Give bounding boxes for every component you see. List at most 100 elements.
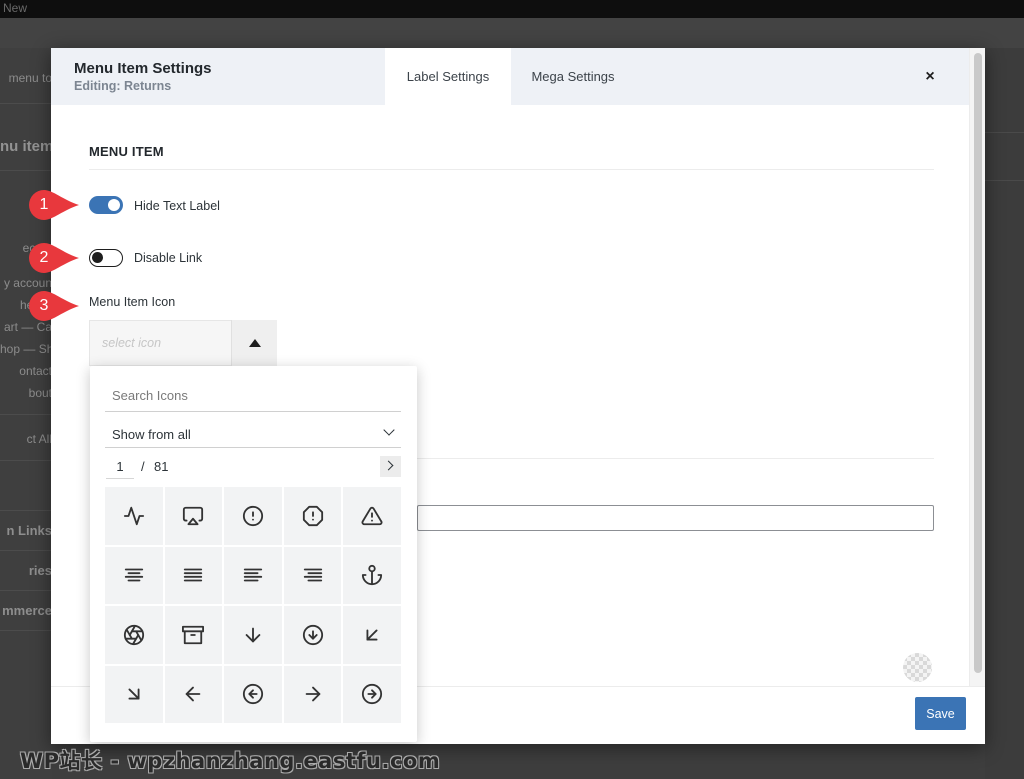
- divider: [0, 590, 52, 591]
- icon-cell[interactable]: [224, 665, 282, 723]
- icon-cell[interactable]: [224, 546, 282, 604]
- divider: [0, 460, 52, 461]
- divider: [0, 414, 52, 415]
- caret-up-icon: [249, 339, 261, 347]
- icon-cell[interactable]: [283, 546, 342, 604]
- admin-top-bar: New: [0, 0, 1024, 18]
- icon-cell[interactable]: [343, 665, 401, 723]
- background-text: mmerce: [2, 603, 52, 618]
- icon-source-select[interactable]: Show from all: [105, 420, 401, 448]
- icon-cell[interactable]: [343, 546, 401, 604]
- annotation-marker-3: 3: [29, 291, 79, 321]
- icon-cell[interactable]: [343, 487, 401, 545]
- icon-select[interactable]: select icon: [89, 320, 277, 366]
- divider: [0, 550, 52, 551]
- activity-icon: [123, 506, 144, 525]
- divider: [89, 169, 934, 170]
- arrow-down-right-icon: [128, 688, 140, 700]
- toggle-knob: [108, 199, 120, 211]
- align-justify-icon: [184, 568, 203, 582]
- airplay-icon: [183, 506, 204, 525]
- arrow-down-left-icon: [366, 629, 378, 641]
- background-heading: nu item: [0, 138, 52, 155]
- icon-cell[interactable]: [105, 487, 163, 545]
- search-icons-input[interactable]: [105, 380, 401, 412]
- new-menu-link[interactable]: New: [3, 1, 27, 15]
- icon-cell[interactable]: [164, 665, 223, 723]
- background-band: [0, 18, 1024, 48]
- modal-scrollbar[interactable]: [969, 48, 985, 686]
- close-icon[interactable]: ×: [919, 66, 941, 88]
- scrollbar-thumb[interactable]: [974, 53, 982, 673]
- icon-cell[interactable]: [164, 606, 223, 664]
- page-separator: /: [141, 459, 145, 474]
- hide-text-label-toggle[interactable]: [89, 196, 123, 214]
- icon-cell[interactable]: [105, 546, 163, 604]
- tab-mega-settings[interactable]: Mega Settings: [511, 48, 635, 105]
- divider: [985, 180, 1024, 181]
- arrow-down-icon: [245, 627, 261, 643]
- text-input[interactable]: [417, 505, 934, 531]
- align-left-icon: [243, 568, 263, 582]
- divider: [0, 170, 52, 171]
- alert-triangle-icon: [361, 506, 383, 525]
- toggle-knob: [92, 252, 103, 263]
- disable-link-toggle[interactable]: [89, 249, 123, 267]
- icon-picker-dropdown: Show from all / 81: [90, 366, 417, 742]
- arrow-left-icon: [186, 686, 201, 702]
- background-text: ct All: [26, 432, 52, 446]
- next-page-button[interactable]: [380, 456, 401, 477]
- modal-subtitle: Editing: Returns: [74, 79, 172, 93]
- divider: [401, 458, 934, 459]
- background-text: y accoun: [3, 276, 52, 290]
- annotation-number: 1: [39, 196, 49, 213]
- arrow-down-circle-icon: [302, 624, 323, 645]
- color-picker-swatch[interactable]: [903, 653, 932, 682]
- anchor-icon: [362, 565, 383, 586]
- background-text: n Links: [6, 523, 52, 538]
- aperture-icon: [123, 624, 144, 645]
- icon-cell[interactable]: [164, 487, 223, 545]
- background-text: menu to: [8, 71, 52, 85]
- icon-cell[interactable]: [283, 487, 342, 545]
- icon-select-toggle-button[interactable]: [231, 320, 277, 366]
- archive-icon: [182, 625, 205, 644]
- icon-cell[interactable]: [283, 606, 342, 664]
- annotation-marker-1: 1: [29, 190, 79, 220]
- icon-cell[interactable]: [105, 606, 163, 664]
- page-total: 81: [154, 459, 169, 474]
- align-right-icon: [303, 568, 322, 582]
- icon-grid: [105, 487, 401, 725]
- annotation-number: 3: [39, 297, 49, 314]
- chevron-right-icon: [383, 460, 394, 471]
- icon-cell[interactable]: [164, 546, 223, 604]
- icon-cell[interactable]: [343, 606, 401, 664]
- save-button[interactable]: Save: [915, 697, 966, 730]
- background-text: ontact: [19, 364, 52, 378]
- arrow-right-icon: [305, 686, 320, 702]
- icon-cell[interactable]: [224, 487, 282, 545]
- icon-cell[interactable]: [283, 665, 342, 723]
- icon-cell[interactable]: [224, 606, 282, 664]
- modal-title: Menu Item Settings: [74, 60, 212, 77]
- disable-link-label: Disable Link: [134, 251, 203, 265]
- alert-octagon-icon: [302, 505, 323, 526]
- section-title: MENU ITEM: [89, 144, 164, 159]
- background-menu-panel: menu to nu item ecent y accoun hecko art…: [0, 48, 52, 779]
- background-right-panel: [985, 48, 1024, 779]
- background-text: bout: [28, 386, 52, 400]
- divider: [0, 103, 52, 104]
- background-text: art — Ca: [3, 320, 52, 334]
- menu-item-icon-label: Menu Item Icon: [89, 295, 176, 309]
- annotation-number: 2: [39, 249, 49, 266]
- icon-cell[interactable]: [105, 665, 163, 723]
- arrow-right-circle-icon: [362, 684, 383, 705]
- alert-circle-icon: [242, 505, 264, 526]
- icon-source-value: Show from all: [112, 427, 191, 442]
- page-number-input[interactable]: [106, 455, 134, 479]
- annotation-marker-2: 2: [29, 243, 79, 273]
- watermark: WP站长 - wpzhanzhang.eastfu.com: [20, 749, 441, 773]
- background-text: ries: [28, 563, 52, 578]
- background-text: hop — Sh: [0, 342, 52, 356]
- tab-label-settings[interactable]: Label Settings: [385, 48, 511, 105]
